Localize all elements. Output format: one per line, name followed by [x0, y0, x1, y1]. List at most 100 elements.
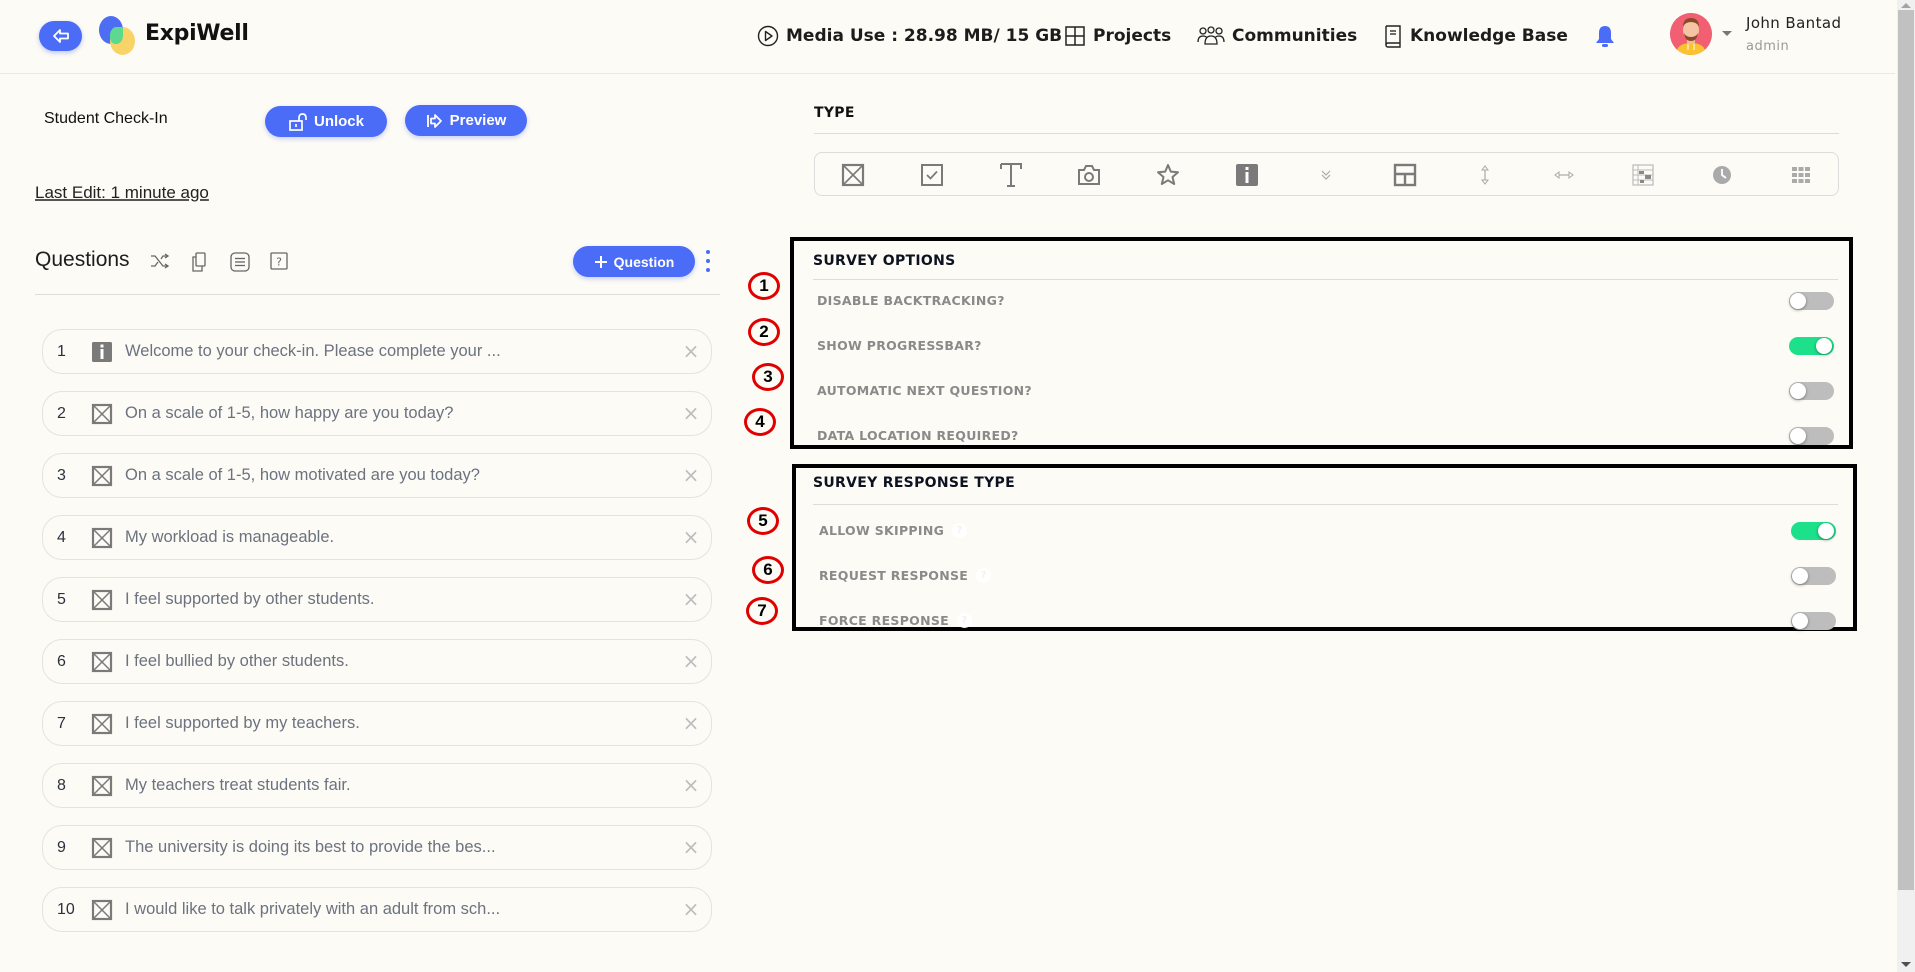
type-rating-button[interactable]	[1155, 162, 1181, 188]
questions-divider	[35, 294, 720, 295]
type-multiple-choice-button[interactable]	[919, 162, 945, 188]
toggle-knob	[1790, 428, 1806, 444]
question-text: I feel bullied by other students.	[125, 652, 349, 670]
annotation-number-badge: 2	[748, 318, 780, 346]
list-view-button[interactable]	[230, 252, 250, 276]
survey-options-panel: SURVEY OPTIONS DISABLE BACKTRACKING? SHOW…	[790, 237, 1853, 449]
media-use-text: Media Use : 28.98 MB/ 15 GB	[786, 26, 1063, 46]
preview-button[interactable]: Preview	[405, 105, 527, 136]
question-item[interactable]: 6 I feel bullied by other students. ×	[42, 639, 712, 684]
type-info-button[interactable]	[1234, 162, 1260, 188]
unlock-button[interactable]: Unlock	[265, 106, 387, 137]
annotation-number-badge: 7	[746, 597, 778, 625]
response-type-divider	[813, 504, 1838, 505]
survey-title: Student Check-In	[44, 110, 168, 127]
annotation-number-badge: 1	[748, 272, 780, 300]
x-box-icon	[91, 589, 113, 610]
help-circle-icon[interactable]: ?	[976, 568, 992, 583]
type-photo-button[interactable]	[1076, 162, 1102, 188]
option-toggle[interactable]	[1789, 382, 1834, 400]
question-text: Welcome to your check-in. Please complet…	[125, 342, 501, 360]
info-icon	[1236, 164, 1258, 186]
nav-projects[interactable]: Projects	[1064, 22, 1171, 50]
help-circle-icon[interactable]: ?	[957, 613, 973, 628]
question-item[interactable]: 3 On a scale of 1-5, how motivated are y…	[42, 453, 712, 498]
annotation-number-badge: 5	[747, 507, 779, 535]
question-text: I would like to talk privately with an a…	[125, 900, 501, 918]
survey-options-divider	[813, 279, 1838, 280]
type-horizontal-slider-button[interactable]	[1551, 162, 1577, 188]
scroll-up-arrow-icon[interactable]	[1901, 3, 1911, 8]
notifications-button[interactable]	[1594, 24, 1616, 52]
last-edit-link[interactable]: Last Edit: 1 minute ago	[35, 183, 209, 203]
back-button[interactable]	[39, 21, 82, 51]
question-type-icon	[91, 465, 113, 487]
delete-question-icon[interactable]: ×	[681, 465, 701, 485]
delete-question-icon[interactable]: ×	[681, 341, 701, 361]
option-toggle[interactable]	[1791, 522, 1836, 540]
delete-question-icon[interactable]: ×	[681, 713, 701, 733]
more-options-icon[interactable]	[705, 250, 711, 272]
page-scrollbar[interactable]	[1897, 0, 1915, 972]
scroll-thumb[interactable]	[1898, 10, 1914, 890]
copy-button[interactable]	[191, 252, 207, 276]
question-item[interactable]: 5 I feel supported by other students. ×	[42, 577, 712, 622]
option-label-text: AUTOMATIC NEXT QUESTION?	[817, 383, 1032, 398]
option-toggle[interactable]	[1789, 337, 1834, 355]
question-item[interactable]: 8 My teachers treat students fair. ×	[42, 763, 712, 808]
type-text-button[interactable]	[998, 162, 1024, 188]
question-item[interactable]: 4 My workload is manageable. ×	[42, 515, 712, 560]
delete-question-icon[interactable]: ×	[681, 527, 701, 547]
type-vertical-slider-button[interactable]	[1472, 162, 1498, 188]
type-single-choice-button[interactable]	[840, 162, 866, 188]
star-icon	[1157, 164, 1179, 185]
user-menu-caret-icon[interactable]	[1722, 31, 1732, 36]
svg-text:?: ?	[276, 256, 282, 269]
users-icon	[1197, 26, 1225, 45]
delete-question-icon[interactable]: ×	[681, 775, 701, 795]
top-header: ExpiWell Media Use : 28.98 MB/ 15 GB Pro…	[0, 0, 1895, 74]
help-button[interactable]: ?	[270, 252, 288, 274]
type-time-button[interactable]	[1709, 162, 1735, 188]
nav-knowledge-base-label: Knowledge Base	[1410, 26, 1568, 46]
x-box-icon	[841, 163, 865, 187]
user-avatar[interactable]	[1670, 13, 1712, 55]
option-toggle[interactable]	[1791, 612, 1836, 630]
scroll-down-arrow-icon[interactable]	[1901, 962, 1911, 967]
nav-knowledge-base[interactable]: Knowledge Base	[1383, 22, 1568, 50]
delete-question-icon[interactable]: ×	[681, 403, 701, 423]
question-item[interactable]: 1 Welcome to your check-in. Please compl…	[42, 329, 712, 374]
question-text: My teachers treat students fair.	[125, 776, 351, 794]
horizontal-arrows-icon	[1554, 171, 1574, 179]
type-layout-button[interactable]	[1392, 162, 1418, 188]
option-label: AUTOMATIC NEXT QUESTION?	[817, 383, 1032, 398]
delete-question-icon[interactable]: ×	[681, 651, 701, 671]
nav-communities[interactable]: Communities	[1197, 22, 1357, 50]
question-item[interactable]: 2 On a scale of 1-5, how happy are you t…	[42, 391, 712, 436]
option-label-text: ALLOW SKIPPING	[819, 523, 945, 538]
add-question-button[interactable]: Question	[573, 246, 695, 277]
x-box-icon	[91, 837, 113, 858]
option-toggle[interactable]	[1791, 567, 1836, 585]
type-matrix-button[interactable]	[1630, 162, 1656, 188]
question-number: 3	[57, 466, 66, 484]
toggle-knob	[1818, 523, 1834, 539]
type-dropdown-button[interactable]	[1313, 162, 1339, 188]
delete-question-icon[interactable]: ×	[681, 899, 701, 919]
option-toggle[interactable]	[1789, 292, 1834, 310]
annotation-number-badge: 4	[744, 408, 776, 436]
annotation-number-badge: 6	[752, 556, 784, 584]
survey-options-title: SURVEY OPTIONS	[813, 253, 956, 269]
help-circle-icon[interactable]: ?	[952, 523, 968, 538]
shuffle-button[interactable]	[150, 252, 170, 274]
x-box-icon	[91, 651, 113, 672]
question-item[interactable]: 10 I would like to talk privately with a…	[42, 887, 712, 932]
type-grid-button[interactable]	[1788, 162, 1814, 188]
delete-question-icon[interactable]: ×	[681, 589, 701, 609]
question-number: 5	[57, 590, 66, 608]
question-item[interactable]: 9 The university is doing its best to pr…	[42, 825, 712, 870]
option-toggle[interactable]	[1789, 427, 1834, 445]
delete-question-icon[interactable]: ×	[681, 837, 701, 857]
question-item[interactable]: 7 I feel supported by my teachers. ×	[42, 701, 712, 746]
option-label: DATA LOCATION REQUIRED?	[817, 428, 1019, 443]
